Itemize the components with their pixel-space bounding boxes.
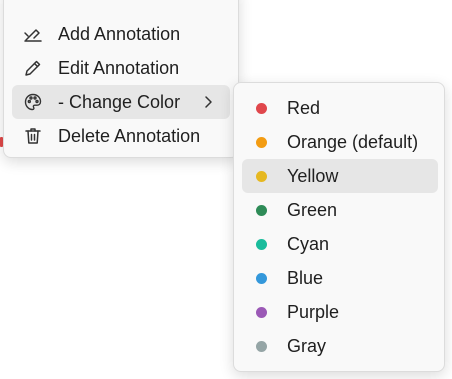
color-option-label: Gray [287,335,327,356]
add-annotation-icon [22,23,44,45]
color-swatch [256,136,267,148]
menu-item-label: - Change Color [58,91,181,112]
color-option-green[interactable]: Green [242,193,438,227]
color-option-cyan[interactable]: Cyan [242,227,438,261]
color-swatch [256,102,267,114]
color-swatch [256,306,267,318]
color-option-label: Red [287,97,321,118]
change-color-submenu: Red Orange (default) Yellow Green Cyan B… [233,82,445,372]
color-option-label: Blue [287,267,324,288]
color-swatch [256,238,267,250]
menu-item-label: Delete Annotation [58,125,201,146]
trash-icon [22,125,44,147]
color-option-blue[interactable]: Blue [242,261,438,295]
menu-item-edit-annotation[interactable]: Edit Annotation [12,51,230,85]
color-option-purple[interactable]: Purple [242,295,438,329]
annotation-context-menu: Add Annotation Edit Annotation - Change … [3,0,239,158]
menu-item-change-color[interactable]: - Change Color [12,85,230,119]
color-swatch [256,272,267,284]
color-option-label: Cyan [287,233,330,254]
pencil-icon [22,57,44,79]
color-option-label: Orange (default) [287,131,419,152]
color-option-red[interactable]: Red [242,91,438,125]
color-option-gray[interactable]: Gray [242,329,438,363]
color-swatch [256,170,267,182]
color-option-orange[interactable]: Orange (default) [242,125,438,159]
menu-item-label: Add Annotation [58,23,181,44]
color-swatch [256,340,267,352]
menu-item-delete-annotation[interactable]: Delete Annotation [12,119,230,153]
palette-icon [22,91,44,113]
color-option-label: Yellow [287,165,339,186]
color-swatch [256,204,267,216]
color-option-yellow[interactable]: Yellow [242,159,438,193]
background-annotation-edge-right [446,134,452,150]
color-option-label: Green [287,199,338,220]
menu-item-add-annotation[interactable]: Add Annotation [12,17,230,51]
chevron-right-icon [200,94,216,110]
color-option-label: Purple [287,301,340,322]
menu-item-label: Edit Annotation [58,57,180,78]
